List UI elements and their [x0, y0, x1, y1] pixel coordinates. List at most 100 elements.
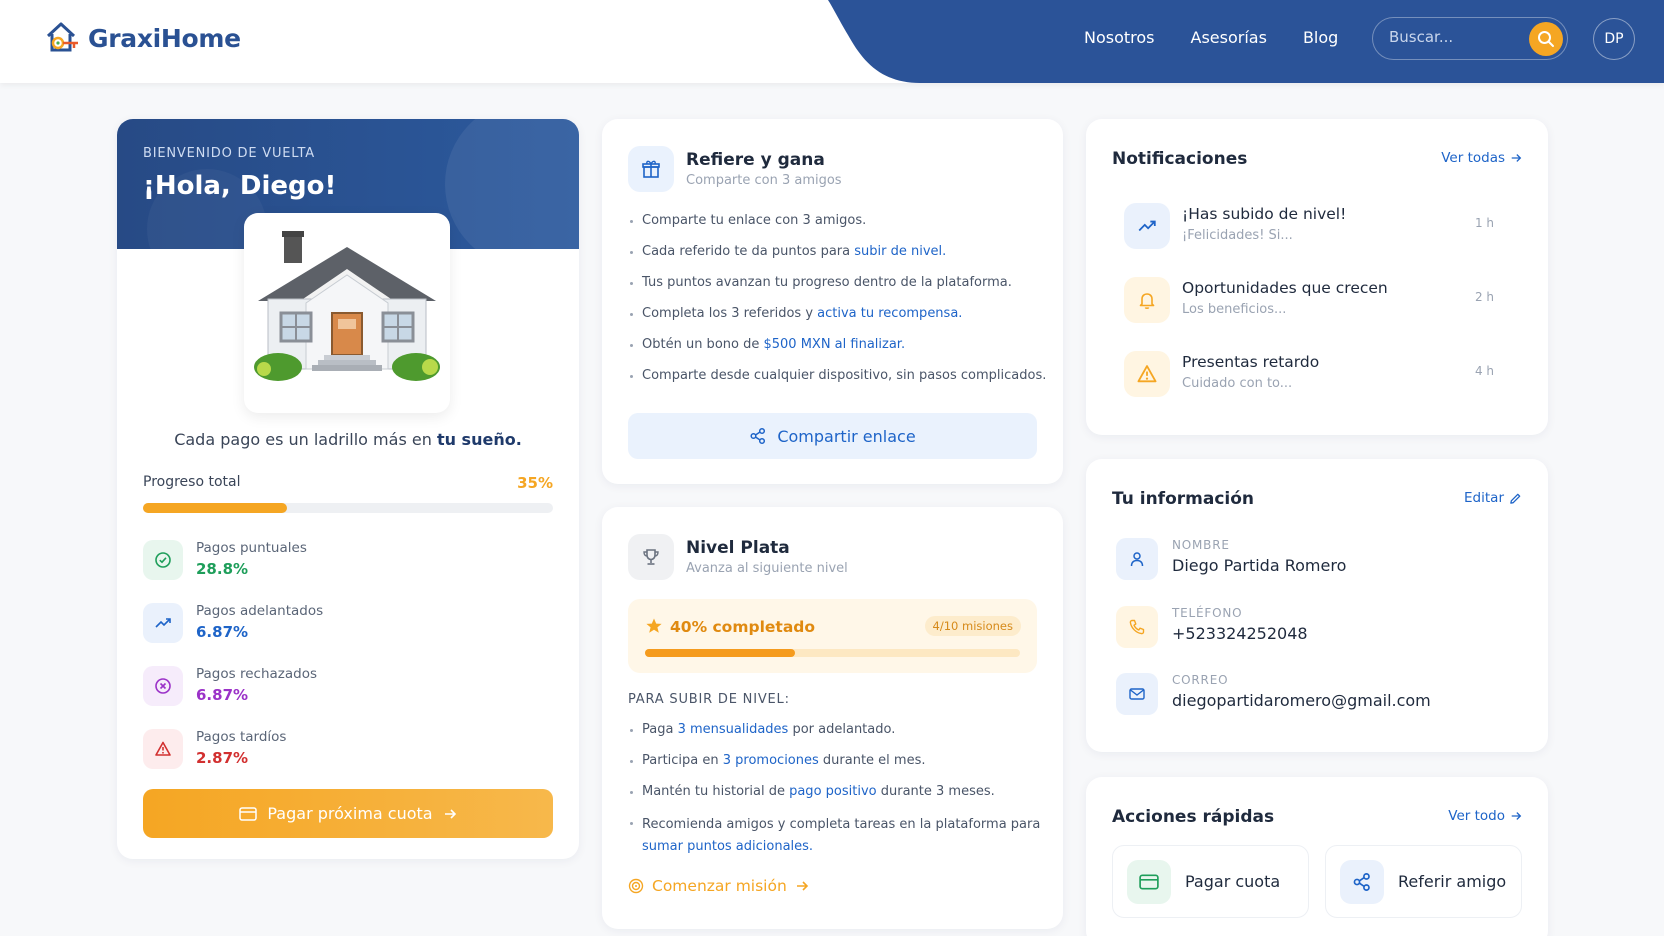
level-subtitle: Avanza al siguiente nivel [686, 561, 848, 576]
notification-item[interactable]: ¡Has subido de nivel! ¡Felicidades! Si..… [1124, 201, 1494, 251]
quick-action-refer[interactable]: Referir amigo [1325, 845, 1522, 918]
bullet-link[interactable]: activa tu recompensa. [817, 306, 962, 321]
welcome-tagline: Cada pago es un ladrillo más en tu sueño… [117, 430, 579, 449]
search-icon [1538, 31, 1554, 47]
info-value: diegopartidaromero@gmail.com [1172, 691, 1431, 710]
search-box [1372, 17, 1568, 60]
view-all-label: Ver todas [1441, 150, 1505, 166]
progress-label: Progreso total [143, 474, 241, 490]
bullet-text: Paga [642, 722, 678, 737]
pay-button-label: Pagar próxima cuota [267, 804, 433, 823]
search-button[interactable] [1529, 22, 1563, 56]
pay-next-installment-button[interactable]: Pagar próxima cuota [143, 789, 553, 838]
search-input[interactable] [1389, 28, 1519, 46]
stat-label: Pagos tardíos [196, 729, 287, 745]
bullet-text: Tus puntos avanzan tu progreso dentro de… [642, 275, 1012, 290]
notification-preview: Los beneficios... [1182, 302, 1287, 317]
bullet-text: Obtén un bono de [642, 337, 764, 352]
info-value: +523324252048 [1172, 624, 1308, 643]
share-icon [1353, 873, 1370, 891]
arrow-right-icon [444, 808, 456, 819]
bullet-link[interactable]: 3 promociones [723, 753, 819, 768]
arrow-right-icon [1511, 154, 1522, 162]
notification-item[interactable]: Oportunidades que crecen Los beneficios.… [1124, 275, 1494, 325]
tagline-highlight: tu sueño. [436, 430, 522, 449]
info-value: Diego Partida Romero [1172, 556, 1347, 575]
view-all-actions-link[interactable]: Ver todo [1448, 808, 1522, 824]
bullet-text: Cada referido te da puntos para [642, 244, 855, 259]
mission-progress-box: 40% completado 4/10 misiones [628, 599, 1037, 673]
house-illustration [244, 213, 450, 413]
notification-item[interactable]: Presentas retardo Cuidado con to... 4 h [1124, 349, 1494, 399]
arrow-right-icon [1511, 812, 1522, 820]
bullet-text: Comparte tu enlace con 3 amigos. [642, 213, 867, 228]
info-icon-box [1116, 673, 1158, 715]
refer-subtitle: Comparte con 3 amigos [686, 173, 842, 188]
list-item: Completa los 3 referidos y activa tu rec… [628, 305, 1048, 323]
trending-up-icon [1138, 220, 1156, 232]
gift-icon [642, 160, 660, 178]
mission-count-badge: 4/10 misiones [924, 616, 1021, 636]
view-all-label: Ver todo [1448, 808, 1505, 824]
notification-title: ¡Has subido de nivel! [1182, 205, 1347, 223]
refer-icon-box [628, 146, 674, 192]
quick-action-icon-box [1340, 860, 1384, 904]
nav-item-asesorias[interactable]: Asesorías [1191, 28, 1267, 47]
start-mission-label: Comenzar misión [652, 877, 787, 895]
list-item: Obtén un bono de $500 MXN al finalizar. [628, 336, 1048, 354]
brand-logo[interactable]: GraxiHome [44, 20, 241, 56]
bullet-text: durante 3 meses. [876, 784, 995, 799]
notification-title: Oportunidades que crecen [1182, 279, 1388, 297]
list-item: Mantén tu historial de pago positivo dur… [628, 783, 1048, 801]
top-header: GraxiHome Nosotros Asesorías Blog DP [0, 0, 1664, 83]
mission-progress-bar [645, 649, 1020, 657]
trophy-icon [643, 549, 659, 565]
bullet-text: Completa los 3 referidos y [642, 306, 818, 321]
bullet-link[interactable]: $500 MXN al finalizar. [763, 337, 905, 352]
level-title: Nivel Plata [686, 538, 790, 558]
warning-icon [155, 741, 171, 756]
quick-actions-card: Acciones rápidas Ver todo Pagar cuota Re… [1086, 777, 1548, 936]
list-item: Participa en 3 promociones durante el me… [628, 752, 1048, 770]
user-avatar[interactable]: DP [1593, 18, 1635, 60]
list-item: Comparte tu enlace con 3 amigos. [628, 212, 1048, 230]
welcome-eyebrow: BIENVENIDO DE VUELTA [143, 146, 315, 161]
main-nav: Nosotros Asesorías Blog [1084, 28, 1338, 47]
share-link-button[interactable]: Compartir enlace [628, 413, 1037, 459]
info-label: TELÉFONO [1172, 606, 1243, 620]
list-item: Comparte desde cualquier dispositivo, si… [628, 367, 1048, 385]
info-label: NOMBRE [1172, 538, 1230, 552]
notifications-card: Notificaciones Ver todas ¡Has subido de … [1086, 119, 1548, 435]
list-item: Recomienda amigos y completa tareas en l… [628, 814, 1048, 858]
quick-action-label: Pagar cuota [1185, 872, 1281, 891]
check-circle-icon [155, 552, 171, 568]
notification-preview: Cuidado con to... [1182, 376, 1293, 391]
mission-progress-fill [645, 649, 795, 657]
info-label: CORREO [1172, 673, 1229, 687]
star-icon [646, 618, 662, 633]
level-requirements-heading: PARA SUBIR DE NIVEL: [628, 692, 790, 707]
nav-item-nosotros[interactable]: Nosotros [1084, 28, 1155, 47]
share-button-label: Compartir enlace [777, 426, 916, 446]
bullet-link[interactable]: 3 mensualidades [678, 722, 789, 737]
arrow-right-icon [796, 881, 808, 891]
bell-icon [1139, 293, 1155, 310]
view-all-notifications-link[interactable]: Ver todas [1441, 150, 1522, 166]
bullet-link[interactable]: pago positivo [789, 784, 877, 799]
quick-action-pay[interactable]: Pagar cuota [1112, 845, 1309, 918]
house-image [254, 231, 440, 381]
x-circle-icon [155, 678, 171, 694]
notification-icon-box [1124, 277, 1170, 323]
edit-info-link[interactable]: Editar [1464, 490, 1522, 506]
trending-up-icon [155, 618, 171, 628]
bullet-link[interactable]: subir de nivel. [854, 244, 946, 259]
bullet-link[interactable]: sumar puntos adicionales. [642, 839, 813, 854]
start-mission-link[interactable]: Comenzar misión [628, 877, 809, 895]
stat-value: 6.87% [196, 686, 249, 704]
progress-percentage: 35% [517, 474, 553, 492]
stat-label: Pagos puntuales [196, 540, 307, 556]
progress-bar [143, 503, 553, 513]
stat-value: 2.87% [196, 749, 249, 767]
nav-item-blog[interactable]: Blog [1303, 28, 1338, 47]
bullet-text: Mantén tu historial de [642, 784, 790, 799]
